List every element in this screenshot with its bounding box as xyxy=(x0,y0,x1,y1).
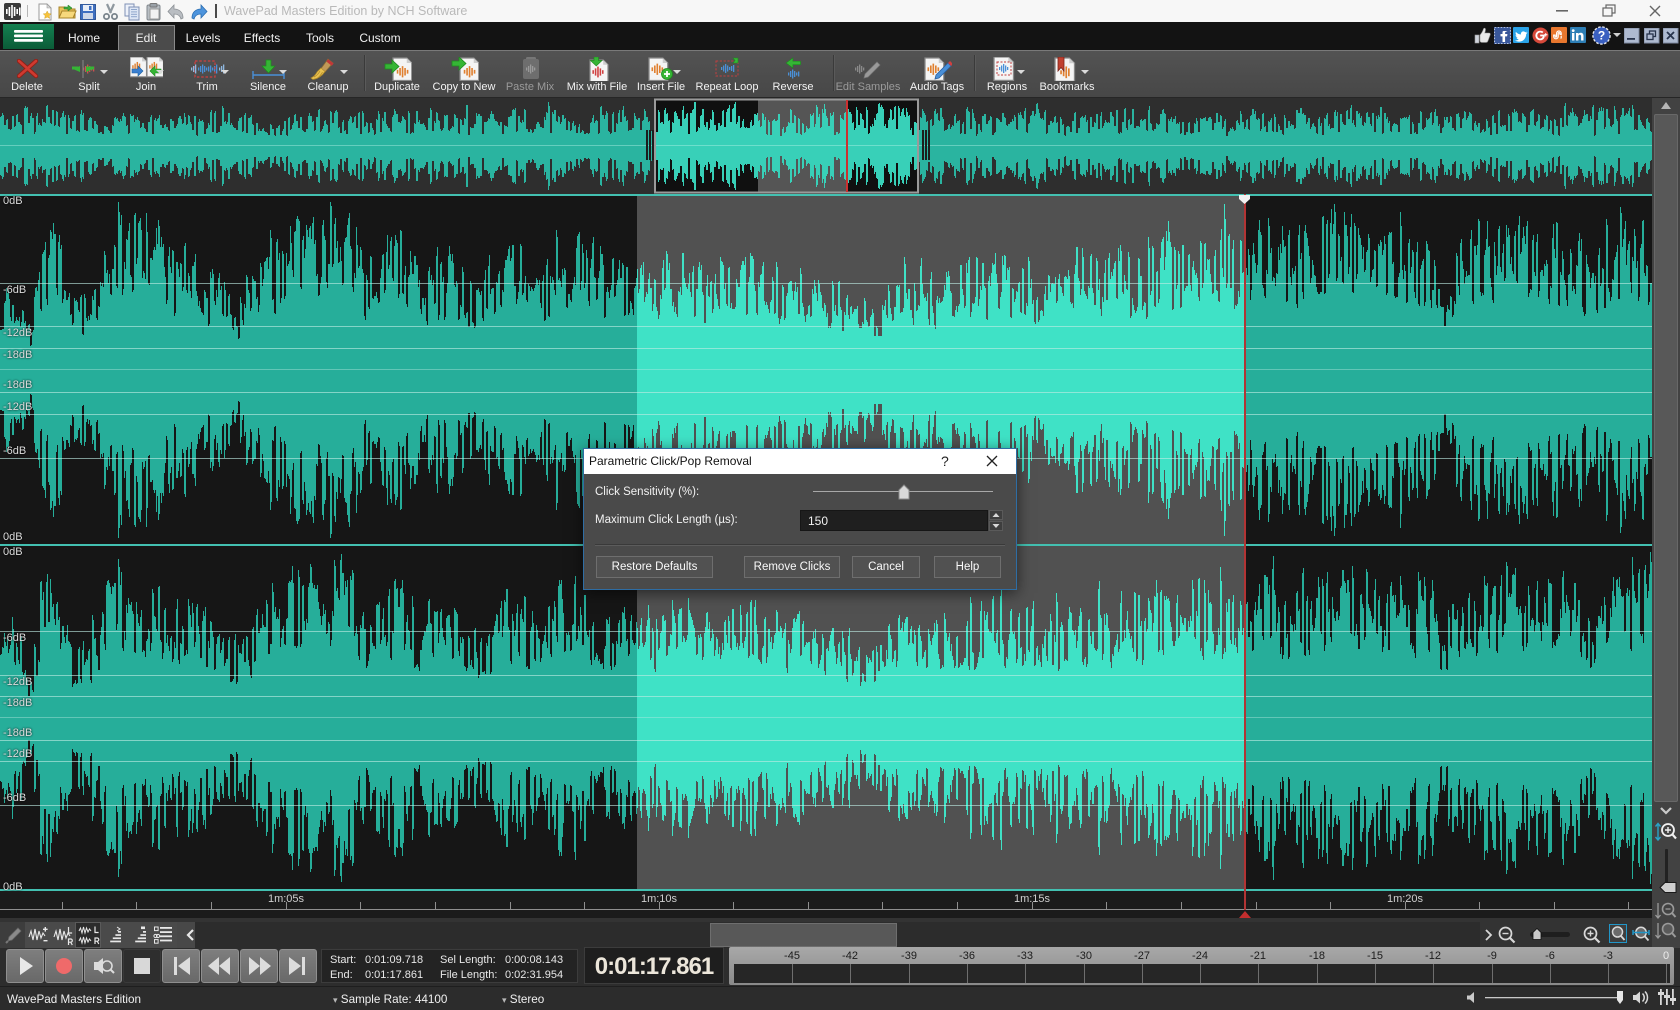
svg-text:?: ? xyxy=(1598,29,1605,43)
